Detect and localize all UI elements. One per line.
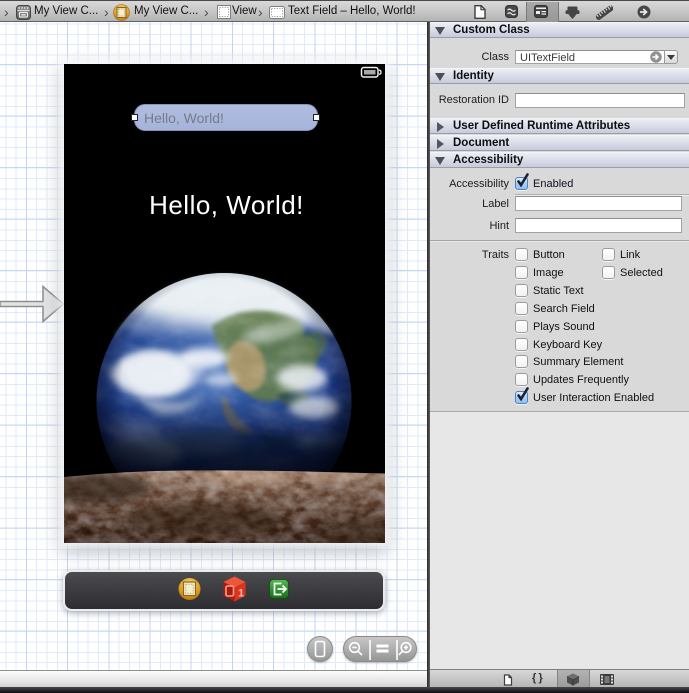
svg-text:1: 1: [238, 588, 244, 600]
